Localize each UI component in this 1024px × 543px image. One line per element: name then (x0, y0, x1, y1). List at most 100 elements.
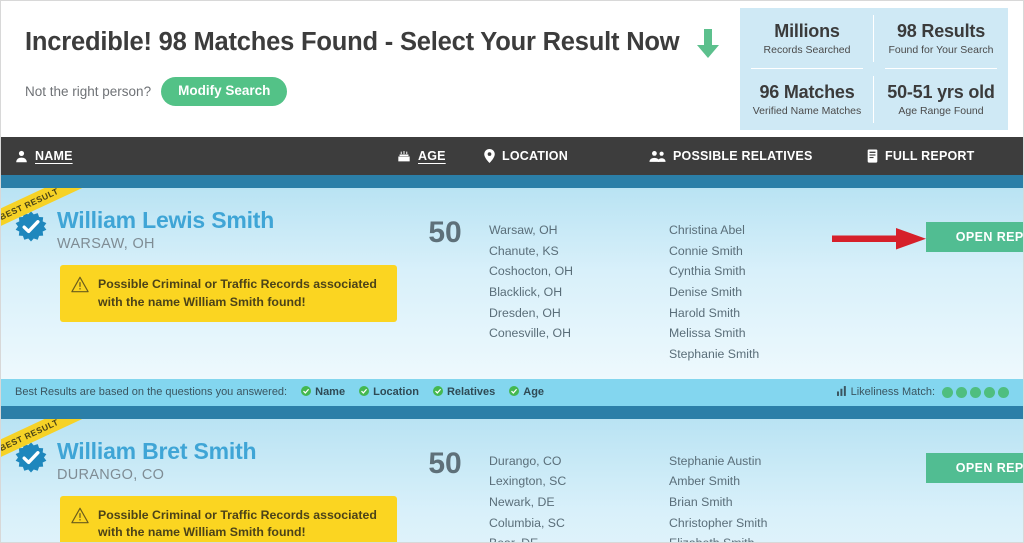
result-name-column: William Bret Smith DURANGO, CO Possible … (1, 438, 401, 542)
result-action-column: OPEN REPORT (854, 439, 1023, 542)
stat-verified-matches: 96 Matches Verified Name Matches (740, 69, 874, 130)
check-circle-icon (509, 385, 520, 399)
relative-item: Connie Smith (669, 243, 743, 258)
relative-item: Melissa Smith (669, 326, 746, 341)
location-item: Chanute, KS (489, 243, 559, 258)
column-header-label: AGE (418, 149, 446, 163)
people-icon (649, 150, 666, 163)
footer-check-label: Name (315, 386, 346, 399)
likeliness-dot (970, 386, 981, 398)
search-stats-panel: Millions Records Searched 98 Results Fou… (740, 8, 1008, 130)
result-city: WARSAW, OH (57, 236, 155, 253)
column-header-bar: NAME AGE LOCATION POSSIBLE RELATIVES FUL… (1, 137, 1023, 175)
relative-item: Elizabeth Smith (669, 533, 854, 542)
column-header-label: POSSIBLE RELATIVES (673, 149, 813, 163)
footer-note-text: Best Results are based on the questions … (15, 386, 288, 399)
warning-text: Possible Criminal or Traffic Records ass… (98, 277, 377, 309)
result-action-column: OPEN REPORT (832, 208, 1023, 365)
column-header-label: NAME (35, 149, 73, 163)
stat-label: Found for Your Search (888, 43, 994, 56)
red-arrow-icon (832, 226, 927, 252)
result-card-body: William Lewis Smith WARSAW, OH Possible … (1, 188, 1023, 379)
likeliness-dot (942, 386, 953, 398)
result-card: BEST RESULT William Bret Smith DURANGO, … (1, 418, 1023, 542)
relative-item: Christopher Smith (669, 515, 768, 530)
footer-check-age: Age (509, 385, 544, 399)
open-report-button[interactable]: OPEN REPORT (926, 222, 1023, 252)
relative-item: Stephanie Austin (669, 453, 762, 468)
column-header-relatives[interactable]: POSSIBLE RELATIVES (649, 149, 813, 163)
criminal-records-warning: Possible Criminal or Traffic Records ass… (60, 495, 397, 542)
result-name-link[interactable]: William Bret Smith (57, 438, 257, 462)
result-name-row: William Lewis Smith WARSAW, OH (15, 208, 401, 252)
footer-note: Best Results are based on the questions … (15, 385, 544, 399)
result-name-row: William Bret Smith DURANGO, CO (15, 438, 401, 483)
location-item: Columbia, SC (489, 515, 565, 530)
column-header-name[interactable]: NAME (15, 149, 73, 163)
likeliness-dot (956, 386, 967, 398)
warning-triangle-icon (71, 276, 89, 298)
likeliness-match: Likeliness Match: (836, 385, 1009, 399)
relative-item: Cynthia Smith (669, 264, 746, 279)
document-icon (867, 149, 878, 163)
likeliness-dot (984, 386, 995, 398)
likeliness-dot (998, 386, 1009, 398)
stat-value: 98 Results (896, 21, 986, 42)
location-item: Bear, DE (489, 533, 669, 542)
check-circle-icon (301, 385, 312, 399)
result-age: 50 (428, 446, 462, 480)
arrow-down-icon (693, 27, 723, 61)
column-header-age[interactable]: AGE (397, 149, 446, 163)
result-city: DURANGO, CO (57, 466, 165, 483)
footer-check-name: Name (301, 385, 346, 399)
result-locations: Durango, CO Lexington, SC Newark, DE Col… (489, 439, 669, 542)
stat-label: Verified Name Matches (752, 104, 862, 117)
column-header-full-report[interactable]: FULL REPORT (867, 149, 974, 163)
check-circle-icon (432, 385, 443, 399)
open-report-button[interactable]: OPEN REPORT (926, 452, 1023, 483)
person-icon (15, 150, 28, 163)
results-page: Incredible! 98 Matches Found - Select Yo… (0, 0, 1024, 543)
footer-check-label: Relatives (446, 386, 496, 399)
result-relatives: Stephanie Austin Amber Smith Brian Smith… (669, 439, 854, 542)
result-name-link[interactable]: William Lewis Smith (57, 208, 274, 232)
modify-search-button[interactable]: Modify Search (161, 77, 288, 106)
map-pin-icon (484, 149, 495, 163)
location-item: Lexington, SC (489, 474, 567, 489)
criminal-records-warning: Possible Criminal or Traffic Records ass… (60, 265, 397, 323)
location-item: Coshocton, OH (489, 264, 574, 279)
relative-item: Amber Smith (669, 474, 741, 489)
stat-value: Millions (774, 21, 840, 42)
column-header-label: LOCATION (502, 149, 568, 163)
not-right-person-label: Not the right person? (25, 83, 152, 99)
result-name-column: William Lewis Smith WARSAW, OH Possible … (1, 208, 401, 365)
footer-check-label: Location (373, 386, 419, 399)
birthday-cake-icon (397, 150, 411, 163)
stat-label: Records Searched (763, 43, 851, 56)
column-header-location[interactable]: LOCATION (484, 149, 568, 163)
relative-item: Harold Smith (669, 305, 741, 320)
relative-item: Christina Abel (669, 223, 745, 237)
result-card-body: William Bret Smith DURANGO, CO Possible … (1, 419, 1023, 542)
location-item: Warsaw, OH (489, 223, 558, 237)
location-item: Durango, CO (489, 453, 562, 468)
stat-value: 50-51 yrs old (887, 82, 995, 103)
relative-item: Brian Smith (669, 494, 733, 509)
relative-item: Denise Smith (669, 284, 743, 299)
warning-triangle-icon (71, 507, 89, 529)
stat-value: 96 Matches (759, 82, 855, 103)
footer-check-location: Location (359, 385, 419, 399)
section-divider (1, 175, 1023, 188)
likeliness-dots (942, 386, 1009, 398)
page-title-text: Incredible! 98 Matches Found - Select Yo… (25, 27, 680, 56)
location-item: Conesville, OH (489, 326, 572, 341)
stat-results-found: 98 Results Found for Your Search (874, 8, 1008, 69)
column-header-label: FULL REPORT (885, 149, 975, 163)
top-banner: Incredible! 98 Matches Found - Select Yo… (1, 1, 1023, 137)
warning-text: Possible Criminal or Traffic Records ass… (98, 507, 377, 540)
stat-records-searched: Millions Records Searched (740, 8, 874, 69)
location-item: Dresden, OH (489, 305, 561, 320)
stat-age-range: 50-51 yrs old Age Range Found (874, 69, 1008, 130)
result-relatives: Christina Abel Connie Smith Cynthia Smit… (669, 208, 854, 365)
result-age: 50 (428, 216, 462, 249)
